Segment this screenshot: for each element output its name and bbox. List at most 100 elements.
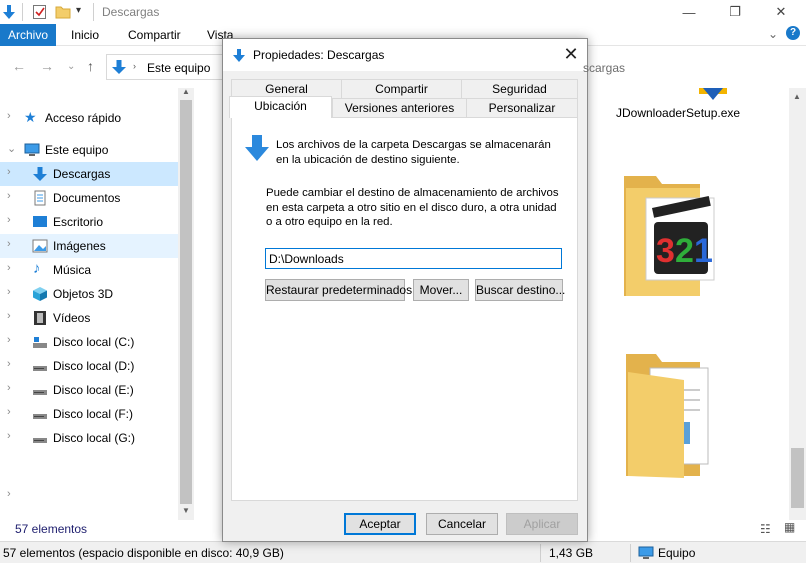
apply-button[interactable]: Aplicar	[506, 513, 578, 535]
tab-compartir[interactable]: Compartir	[128, 24, 181, 46]
tab-inicio[interactable]: Inicio	[71, 24, 99, 46]
tab-seguridad[interactable]: Seguridad	[461, 79, 578, 98]
nav-item-disk-d[interactable]: › Disco local (D:)	[0, 354, 178, 378]
cancel-button[interactable]: Cancelar	[426, 513, 498, 535]
star-icon: ★	[24, 109, 37, 125]
nav-item-descargas[interactable]: › Descargas	[0, 162, 178, 186]
documents-icon	[34, 190, 46, 206]
status-location: Equipo	[658, 546, 696, 560]
properties-checkmark-icon[interactable]	[32, 4, 48, 20]
tab-compartir[interactable]: Compartir	[341, 79, 462, 98]
jdownloader-file-icon[interactable]	[693, 88, 733, 102]
location-path-input[interactable]: D:\Downloads	[265, 248, 562, 269]
nav-item-label: Este equipo	[45, 143, 109, 157]
expand-chevron-icon[interactable]: ›	[7, 262, 11, 274]
nav-pane-scrollbar[interactable]: ▲ ▼	[178, 87, 194, 520]
3d-objects-cube-icon	[33, 287, 47, 301]
expand-chevron-icon[interactable]: ›	[7, 110, 11, 122]
film-strip-icon	[34, 311, 46, 325]
nav-item-label: Documentos	[53, 191, 121, 205]
toolbar-divider	[22, 3, 23, 21]
expand-chevron-icon[interactable]: ›	[7, 238, 11, 250]
recent-locations-chevron-icon[interactable]: ⌄	[67, 61, 75, 72]
dialog-title-bar[interactable]: Propiedades: Descargas ✕	[223, 39, 587, 71]
tab-personalizar[interactable]: Personalizar	[466, 98, 578, 117]
nav-item-disk-g[interactable]: › Disco local (G:)	[0, 426, 178, 450]
nav-item-objetos-3d[interactable]: › Objetos 3D	[0, 282, 178, 306]
nav-item-disk-f[interactable]: › Disco local (F:)	[0, 402, 178, 426]
scroll-up-icon[interactable]: ▲	[793, 92, 801, 101]
nav-item-label: Descargas	[53, 167, 111, 181]
status-divider	[630, 544, 631, 562]
customize-toolbar-chevron-icon[interactable]: ▾	[76, 5, 81, 16]
expand-chevron-icon[interactable]: ›	[7, 382, 11, 394]
toolbar-divider	[93, 3, 94, 21]
expand-chevron-icon[interactable]: ›	[7, 430, 11, 442]
status-size: 1,43 GB	[549, 546, 594, 560]
back-arrow-icon[interactable]: ←	[12, 58, 26, 74]
move-button[interactable]: Mover...	[413, 279, 469, 301]
find-target-button[interactable]: Buscar destino...	[475, 279, 565, 301]
tab-ubicacion[interactable]: Ubicación	[229, 96, 332, 118]
nav-item-label: Imágenes	[53, 239, 106, 253]
expand-chevron-icon[interactable]: ›	[7, 310, 11, 322]
large-icons-view-icon[interactable]: ▦	[784, 520, 795, 534]
minimize-button[interactable]: —	[666, 0, 712, 24]
expand-chevron-icon[interactable]: ›	[7, 166, 11, 178]
svg-text:3: 3	[656, 232, 675, 270]
status-bar: 57 elementos (espacio disponible en disc…	[0, 541, 806, 563]
window-title: Descargas	[102, 5, 160, 19]
tab-versiones-anteriores[interactable]: Versiones anteriores	[332, 98, 467, 117]
tab-archivo[interactable]: Archivo	[0, 24, 56, 46]
file-name-jdownloader[interactable]: JDownloaderSetup.exe	[616, 106, 740, 120]
scrollbar-thumb[interactable]	[180, 100, 192, 504]
nav-item-quick-access[interactable]: › ★ Acceso rápido	[0, 106, 178, 130]
nav-item-documentos[interactable]: › Documentos	[0, 186, 178, 210]
expand-chevron-icon[interactable]: ›	[7, 488, 11, 500]
download-arrow-icon	[233, 49, 245, 62]
expand-chevron-icon[interactable]: ›	[7, 334, 11, 346]
restore-defaults-button[interactable]: Restaurar predeterminados	[265, 279, 412, 301]
download-arrow-icon	[33, 167, 47, 181]
expand-chevron-icon[interactable]: ›	[7, 358, 11, 370]
expand-chevron-icon[interactable]: ›	[7, 214, 11, 226]
location-tab-page: Los archivos de la carpeta Descargas se …	[231, 117, 578, 501]
change-location-description: Puede cambiar el destino de almacenamien…	[266, 187, 559, 229]
details-view-icon[interactable]: ☷	[760, 522, 771, 536]
maximize-button[interactable]: ❐	[712, 0, 758, 24]
nav-item-imagenes[interactable]: › Imágenes	[0, 234, 178, 258]
documents-folder-icon[interactable]	[624, 350, 716, 480]
nav-item-network[interactable]: ›	[0, 484, 178, 508]
scroll-down-icon[interactable]: ▼	[182, 506, 190, 515]
download-arrow-icon	[3, 5, 15, 19]
nav-item-label: Disco local (C:)	[53, 335, 135, 349]
expand-chevron-icon[interactable]: ›	[7, 190, 11, 202]
nav-item-videos[interactable]: › Vídeos	[0, 306, 178, 330]
ok-button[interactable]: Aceptar	[344, 513, 416, 535]
breadcrumb-este-equipo[interactable]: Este equipo	[147, 61, 210, 75]
nav-item-label: Disco local (F:)	[53, 407, 134, 421]
system-drive-icon	[33, 337, 47, 348]
scrollbar-thumb[interactable]	[791, 448, 804, 508]
expand-ribbon-chevron-icon[interactable]: ⌄	[768, 27, 778, 41]
content-scrollbar[interactable]: ▲	[789, 88, 806, 520]
status-free-space: 57 elementos (espacio disponible en disc…	[3, 546, 284, 560]
nav-item-musica[interactable]: › ♪ Música	[0, 258, 178, 282]
nav-item-this-pc[interactable]: ⌄ Este equipo	[0, 138, 178, 162]
nav-item-disk-c[interactable]: › Disco local (C:)	[0, 330, 178, 354]
new-folder-icon[interactable]	[55, 4, 71, 20]
nav-item-label: Acceso rápido	[45, 111, 122, 125]
media-folder-icon[interactable]: 3 2 1	[622, 170, 720, 300]
close-window-button[interactable]: ✕	[758, 0, 804, 24]
collapse-chevron-icon[interactable]: ⌄	[7, 142, 16, 155]
forward-arrow-icon[interactable]: →	[40, 58, 54, 74]
scroll-up-icon[interactable]: ▲	[182, 87, 190, 96]
expand-chevron-icon[interactable]: ›	[7, 286, 11, 298]
expand-chevron-icon[interactable]: ›	[7, 406, 11, 418]
nav-item-disk-e[interactable]: › Disco local (E:)	[0, 378, 178, 402]
breadcrumb-separator-icon: ›	[133, 61, 136, 71]
download-arrow-icon	[245, 135, 269, 161]
nav-item-escritorio[interactable]: › Escritorio	[0, 210, 178, 234]
up-arrow-icon[interactable]: ↑	[87, 58, 94, 74]
help-icon[interactable]: ?	[786, 26, 800, 40]
